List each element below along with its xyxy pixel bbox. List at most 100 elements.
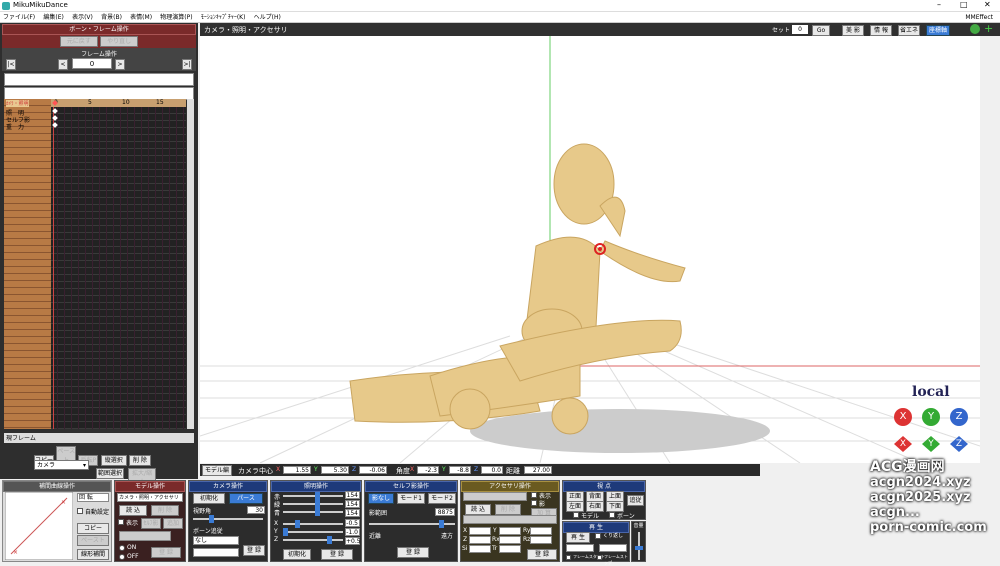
view-model-checkbox[interactable] (573, 512, 579, 518)
light-x-slider[interactable] (283, 523, 343, 525)
auto-setting-checkbox[interactable] (77, 508, 83, 514)
minimize-button[interactable]: – (937, 0, 941, 9)
camera-init-button[interactable]: 初期化 (193, 493, 225, 504)
track-gravity[interactable]: 重 力 (6, 122, 24, 131)
light-b-knob[interactable] (315, 508, 320, 516)
model-register-button[interactable]: 登 録 (151, 547, 181, 558)
vertical-select-button[interactable]: 縦選択 (100, 455, 127, 466)
camera-register-button[interactable]: 登 録 (243, 545, 265, 556)
shadow-register-button[interactable]: 登 録 (397, 547, 429, 558)
bone-follow-dropdown[interactable]: なし (193, 536, 239, 545)
add-icon[interactable]: + (984, 23, 994, 34)
light-x-knob[interactable] (295, 520, 300, 528)
angle-x-input[interactable]: -2.3 (417, 466, 439, 474)
light-g-slider[interactable] (283, 503, 343, 505)
menu-expression[interactable]: 表情(M) (127, 12, 155, 23)
shadow-mode2-button[interactable]: モード2 (428, 493, 456, 504)
acc-register-button[interactable]: 登 録 (527, 549, 557, 560)
acc-shadow-checkbox[interactable] (531, 500, 537, 506)
acc-y-input[interactable] (499, 527, 521, 535)
model-delete-button[interactable]: 削 除 (151, 505, 179, 516)
light-b-slider[interactable] (283, 511, 343, 513)
redo-button[interactable]: やり直し (100, 36, 139, 47)
light-g-value[interactable]: 154 (345, 500, 360, 508)
menu-file[interactable]: ファイル(F) (0, 12, 38, 23)
model-display-checkbox[interactable] (118, 519, 124, 525)
perspective-button[interactable]: パース (229, 493, 263, 504)
light-z-knob[interactable] (327, 536, 332, 544)
close-button[interactable]: ✕ (984, 0, 991, 9)
power-save-button[interactable]: 省エネ (898, 25, 920, 36)
shadow-range-knob[interactable] (439, 520, 444, 528)
keyframe-grid[interactable] (51, 107, 186, 429)
acc-display-checkbox[interactable] (531, 492, 537, 498)
range-select-button[interactable]: 範囲選択 (96, 468, 124, 479)
rotate-y-icon[interactable]: Y (922, 408, 940, 426)
interp-paste-button[interactable]: ペースト (77, 535, 109, 546)
volume-knob[interactable] (635, 546, 643, 550)
acc-z-input[interactable] (469, 536, 491, 544)
3d-viewport[interactable]: local X Y Z X Y Z (200, 36, 980, 463)
self-shadow-button[interactable]: ｾﾙﾌ影 (141, 518, 161, 529)
track-camera[interactable]: ｶﾒﾗ・照明 (6, 100, 29, 107)
bone-follow-dropdown-2[interactable] (193, 548, 239, 557)
acc-tr-input[interactable] (499, 545, 521, 553)
loop-checkbox[interactable] (595, 533, 601, 539)
light-y-value[interactable]: -1.0 (345, 528, 360, 536)
interp-rotate-select[interactable]: 回 転 (77, 493, 109, 502)
light-b-value[interactable]: 154 (345, 509, 360, 517)
acc-rz-input[interactable] (530, 536, 552, 544)
light-z-slider[interactable] (283, 539, 343, 541)
menu-physics[interactable]: 物理演算(P) (157, 12, 195, 23)
shadow-view-button[interactable]: 美 影 (842, 25, 864, 36)
zoom-out-icon[interactable] (970, 24, 980, 34)
fov-slider-knob[interactable] (209, 515, 214, 523)
info-button[interactable]: 情 報 (870, 25, 892, 36)
acc-subselect[interactable] (463, 515, 557, 524)
frame-last-button[interactable]: >| (182, 59, 192, 70)
light-y-slider[interactable] (283, 531, 343, 533)
frame-number-input[interactable]: 0 (72, 58, 112, 69)
light-r-value[interactable]: 154 (345, 491, 360, 499)
set-frame-input[interactable]: 0 (792, 25, 808, 34)
rotate-x-icon[interactable]: X (894, 408, 912, 426)
acc-ry-input[interactable] (530, 527, 552, 535)
model-edit-tab[interactable]: モデル編 (202, 465, 232, 476)
distance-input[interactable]: 27.00 (524, 466, 552, 474)
light-y-knob[interactable] (283, 528, 288, 536)
delete-button[interactable]: 削 除 (128, 455, 151, 466)
maximize-button[interactable]: □ (960, 0, 968, 9)
light-register-button[interactable]: 登 録 (321, 549, 353, 560)
center-x-input[interactable]: 1.55 (283, 466, 311, 474)
view-track-button[interactable]: 追従 (627, 495, 644, 506)
menu-edit[interactable]: 編集(E) (40, 12, 66, 23)
center-z-input[interactable]: -0.06 (359, 466, 387, 474)
frame-prev-button[interactable]: < (58, 59, 68, 70)
shadow-range-input[interactable]: 8875 (435, 508, 455, 516)
radio-on[interactable] (119, 545, 125, 551)
play-button[interactable]: 再 生 (566, 532, 590, 543)
light-z-value[interactable]: +0.5 (345, 537, 361, 545)
light-r-slider[interactable] (283, 495, 343, 497)
frame-next-button[interactable]: > (115, 59, 125, 70)
center-y-input[interactable]: 5.30 (321, 466, 349, 474)
angle-z-input[interactable]: 0.0 (481, 466, 503, 474)
linear-interp-button[interactable]: 線形補間 (77, 549, 109, 560)
play-from-input[interactable] (566, 544, 594, 552)
light-x-value[interactable]: -0.5 (345, 519, 360, 527)
menu-background[interactable]: 背景(B) (98, 12, 125, 23)
model-input[interactable] (119, 531, 171, 541)
menu-view[interactable]: 表示(V) (69, 12, 96, 23)
acc-rx-input[interactable] (499, 536, 521, 544)
interp-curve[interactable]: × × (5, 492, 73, 560)
frame-stop-checkbox[interactable] (597, 555, 602, 560)
frame-start-checkbox[interactable] (566, 555, 571, 560)
shadow-mode1-button[interactable]: モード1 (397, 493, 425, 504)
menu-motion-capture[interactable]: ﾓｰｼｮﾝｷｬﾌﾟﾁｬｰ(K) (198, 12, 249, 23)
play-to-input[interactable] (599, 544, 627, 552)
frame-first-button[interactable]: |< (6, 59, 16, 70)
interp-copy-button[interactable]: コピー (77, 523, 109, 534)
model-select-dropdown[interactable]: カメラ・照明・アクセサリ (117, 493, 183, 502)
menu-help[interactable]: ヘルプ(H) (251, 12, 284, 23)
view-bone-checkbox[interactable] (609, 512, 615, 518)
